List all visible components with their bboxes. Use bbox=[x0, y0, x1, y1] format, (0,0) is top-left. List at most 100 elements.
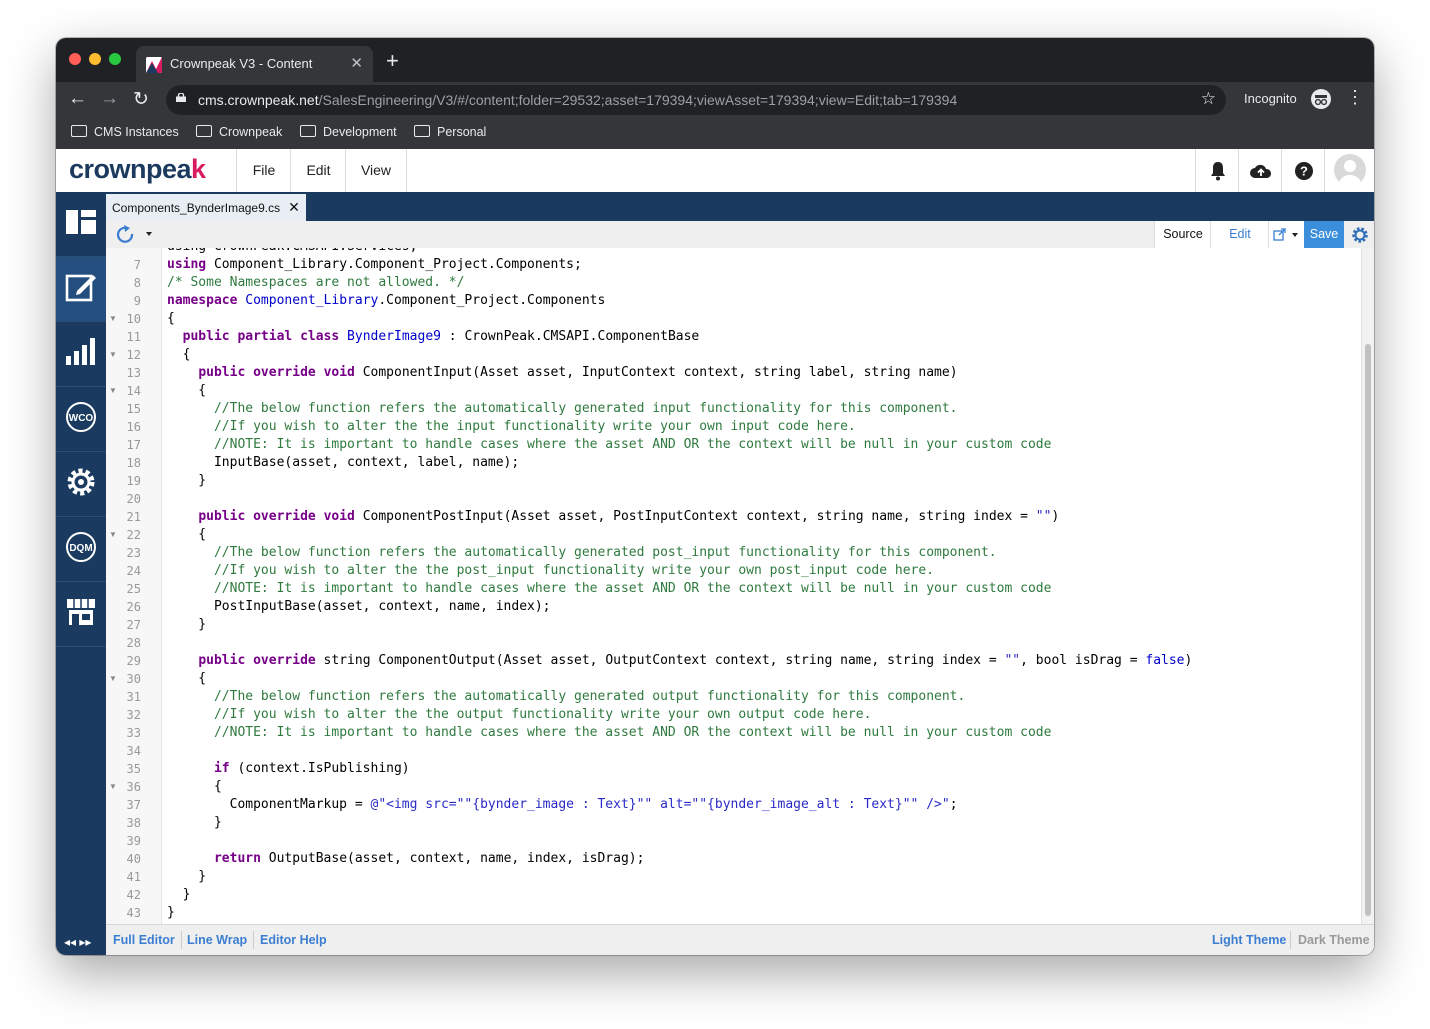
code-text: //NOTE: It is important to handle cases … bbox=[213, 437, 1052, 452]
menu-edit[interactable]: Edit bbox=[290, 149, 346, 192]
fold-arrow-icon[interactable]: ▼ bbox=[109, 346, 117, 364]
back-arrow-icon[interactable]: ← bbox=[68, 88, 87, 110]
collapse-sidebar-icon[interactable]: ◂◂ ▸▸ bbox=[64, 935, 91, 949]
code-line: 7 using Component_Library.Component_Proje… bbox=[106, 256, 1361, 274]
line-number: 21 bbox=[126, 510, 141, 524]
code-text: } bbox=[167, 815, 222, 830]
editor-help-link[interactable]: Editor Help bbox=[260, 933, 327, 947]
code-line: 29 public override string ComponentOutpu… bbox=[106, 652, 1361, 670]
refresh-icon bbox=[116, 225, 152, 243]
code-editor[interactable]: using CrownPeak.CMSAPI.Services; 7 using … bbox=[106, 248, 1361, 924]
fold-arrow-icon[interactable]: ▼ bbox=[109, 778, 117, 796]
code-line: 36 ▼ { bbox=[106, 778, 1361, 796]
close-tab-icon[interactable]: ✕ bbox=[350, 54, 363, 72]
line-number: 31 bbox=[126, 690, 141, 704]
line-number: 26 bbox=[126, 600, 141, 614]
lock-icon bbox=[176, 93, 186, 102]
fold-arrow-icon[interactable]: ▼ bbox=[109, 670, 117, 688]
browser-tab[interactable]: Crownpeak V3 - Content ✕ bbox=[136, 46, 373, 82]
code-line: 34 bbox=[106, 742, 1361, 760]
line-number: 28 bbox=[126, 636, 141, 650]
light-theme-link[interactable]: Light Theme bbox=[1212, 933, 1286, 947]
url-path: /SalesEngineering/V3/#/content;folder=29… bbox=[318, 92, 958, 108]
bookmark-folder[interactable]: Crownpeak bbox=[196, 125, 282, 139]
crownpeak-favicon-icon bbox=[146, 57, 162, 73]
fold-arrow-icon[interactable]: ▼ bbox=[109, 382, 117, 400]
maximize-window-button[interactable] bbox=[109, 53, 121, 65]
bookmark-folder[interactable]: Personal bbox=[414, 125, 486, 139]
sidebar-item-marketplace[interactable] bbox=[56, 582, 106, 647]
crownpeak-logo[interactable]: crownpeak bbox=[69, 154, 206, 185]
code-text: //The below function refers the automati… bbox=[213, 689, 966, 704]
code-line: 40 return OutputBase(asset, context, nam… bbox=[106, 850, 1361, 868]
code-text: InputBase(asset, context, label, name); bbox=[167, 455, 520, 470]
source-button[interactable]: Source bbox=[1154, 221, 1211, 248]
close-window-button[interactable] bbox=[69, 53, 81, 65]
sidebar-item-dqm[interactable]: DQM bbox=[56, 517, 106, 582]
editor-scrollbar[interactable] bbox=[1361, 248, 1374, 924]
edit-mode-button[interactable]: Edit bbox=[1210, 221, 1269, 248]
dqm-label: DQM bbox=[69, 543, 92, 554]
sidebar-item-dashboard[interactable] bbox=[56, 192, 106, 257]
close-document-tab-icon[interactable]: ✕ bbox=[288, 199, 300, 215]
line-number: 27 bbox=[126, 618, 141, 632]
code-text: //NOTE: It is important to handle cases … bbox=[213, 581, 1052, 596]
refresh-button[interactable] bbox=[112, 224, 152, 244]
dark-theme-link[interactable]: Dark Theme bbox=[1298, 933, 1370, 947]
code-text: public override void ComponentPostInput(… bbox=[198, 509, 1060, 524]
code-text: { bbox=[167, 671, 207, 686]
code-line: 10 ▼{ bbox=[106, 310, 1361, 328]
line-wrap-link[interactable]: Line Wrap bbox=[187, 933, 247, 947]
code-line: 30 ▼ { bbox=[106, 670, 1361, 688]
minimize-window-button[interactable] bbox=[89, 53, 101, 65]
preview-popout-button[interactable] bbox=[1268, 221, 1305, 248]
bookmark-folder[interactable]: Development bbox=[300, 125, 397, 139]
avatar[interactable] bbox=[1334, 154, 1366, 186]
cloud-upload-icon[interactable] bbox=[1238, 149, 1282, 192]
code-text: //If you wish to alter the the input fun… bbox=[213, 419, 856, 434]
code-line: 8 /* Some Namespaces are not allowed. */ bbox=[106, 274, 1361, 292]
fold-arrow-icon[interactable]: ▼ bbox=[109, 310, 117, 328]
line-number: 43 bbox=[126, 906, 141, 920]
reload-icon[interactable]: ↻ bbox=[133, 88, 149, 111]
bookmark-folder[interactable]: CMS Instances bbox=[71, 125, 179, 139]
forward-arrow-icon[interactable]: → bbox=[100, 88, 119, 110]
menu-file[interactable]: File bbox=[236, 149, 291, 192]
code-text: } bbox=[167, 473, 207, 488]
document-tab[interactable]: Components_BynderImage9.cs ✕ bbox=[106, 194, 306, 221]
code-text: //NOTE: It is important to handle cases … bbox=[213, 725, 1052, 740]
document-tab-label: Components_BynderImage9.cs bbox=[112, 201, 281, 215]
fold-arrow-icon[interactable]: ▼ bbox=[109, 526, 117, 544]
notifications-bell-icon[interactable] bbox=[1195, 149, 1239, 192]
sidebar-item-settings[interactable] bbox=[56, 452, 106, 517]
line-number: 9 bbox=[133, 294, 141, 308]
sidebar-item-reports[interactable] bbox=[56, 322, 106, 387]
menu-view[interactable]: View bbox=[345, 149, 407, 192]
app-sidebar: WCO DQM ◂◂ ▸▸ bbox=[56, 192, 106, 955]
editor-settings-gear-icon[interactable] bbox=[1346, 221, 1374, 248]
scrollbar-thumb[interactable] bbox=[1365, 344, 1371, 916]
line-number: 20 bbox=[126, 492, 141, 506]
code-text: public partial class BynderImage9 : Crow… bbox=[182, 329, 700, 344]
full-editor-link[interactable]: Full Editor bbox=[113, 933, 175, 947]
code-text: { bbox=[167, 311, 175, 326]
new-tab-icon[interactable]: + bbox=[386, 48, 399, 74]
address-bar[interactable]: cms.crownpeak.net/SalesEngineering/V3/#/… bbox=[166, 85, 1226, 115]
bar-chart-icon bbox=[66, 338, 95, 365]
browser-tab-title: Crownpeak V3 - Content bbox=[170, 56, 313, 71]
browser-menu-icon[interactable]: ⋮ bbox=[1346, 87, 1364, 108]
divider bbox=[1290, 931, 1291, 949]
code-text: } bbox=[167, 617, 207, 632]
line-number: 39 bbox=[126, 834, 141, 848]
incognito-icon[interactable] bbox=[1311, 89, 1331, 109]
code-text: public override void ComponentInput(Asse… bbox=[198, 365, 958, 380]
save-button[interactable]: Save bbox=[1304, 221, 1344, 248]
sidebar-item-edit[interactable] bbox=[56, 257, 106, 322]
help-icon[interactable]: ? bbox=[1281, 149, 1325, 192]
code-line: 11 public partial class BynderImage9 : C… bbox=[106, 328, 1361, 346]
code-line: 16 //If you wish to alter the the input … bbox=[106, 418, 1361, 436]
code-line: 18 InputBase(asset, context, label, name… bbox=[106, 454, 1361, 472]
sidebar-item-wco[interactable]: WCO bbox=[56, 387, 106, 452]
code-text: } bbox=[167, 905, 175, 920]
bookmark-star-icon[interactable]: ☆ bbox=[1201, 89, 1216, 109]
